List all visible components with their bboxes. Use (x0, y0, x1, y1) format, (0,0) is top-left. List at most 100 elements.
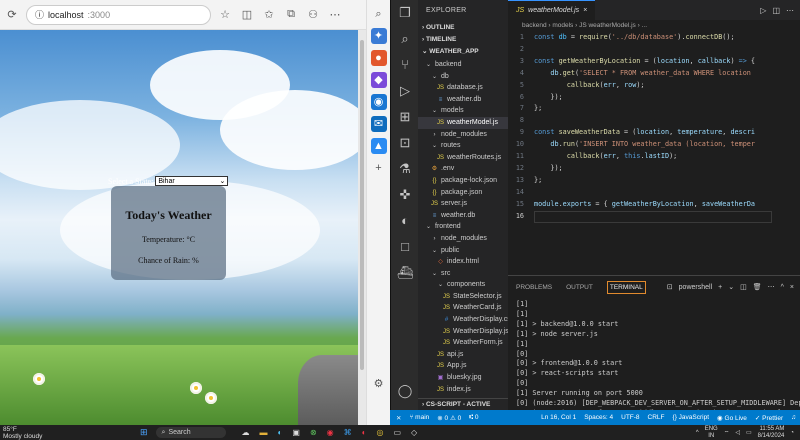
tree-item[interactable]: ⌄ routes (418, 140, 508, 152)
extensions-icon[interactable]: ⚇ (305, 7, 321, 23)
code-line[interactable]: 10 db.run('INSERT INTO weather_data (loc… (508, 139, 800, 151)
vscode-icon[interactable]: ⌘ (344, 428, 352, 437)
tree-item[interactable]: JS server.js (418, 198, 508, 210)
tree-item[interactable]: › node_modules (418, 129, 508, 141)
tree-item[interactable]: ≡ weather.db (418, 94, 508, 106)
tree-item[interactable]: JS WeatherForm.js (418, 337, 508, 349)
code-line[interactable]: 4 db.get('SELECT * FROM weather_data WHE… (508, 68, 800, 80)
split-screen-icon[interactable]: ◫ (239, 7, 255, 23)
refresh-icon[interactable]: ⟳ (4, 7, 20, 23)
remote-indicator[interactable]: ⨯ (396, 414, 401, 422)
cursor-position[interactable]: Ln 16, Col 1 (541, 414, 576, 422)
bell-icon[interactable]: ♫ (791, 414, 796, 422)
timeline-section[interactable]: › TIMELINE (418, 34, 508, 46)
prettier-indicator[interactable]: ✓ Prettier (755, 414, 783, 422)
tree-item[interactable]: ⌄ components (418, 279, 508, 291)
source-control-icon[interactable]: ⑂ (391, 52, 419, 78)
tree-item[interactable]: ⌄ db (418, 71, 508, 83)
code-line[interactable]: 16 (508, 210, 800, 223)
tree-item[interactable]: ⌄ src (418, 268, 508, 280)
weather-widget[interactable]: 85°F Mostly cloudy (0, 426, 60, 440)
add-icon[interactable]: + (371, 160, 387, 176)
go-live-button[interactable]: ◉ Go Live (717, 414, 747, 422)
split-terminal-icon[interactable]: ◫ (740, 283, 747, 291)
tree-item[interactable]: JS App.js (418, 360, 508, 372)
chevron-down-icon[interactable]: ⌄ (728, 283, 734, 291)
tree-item[interactable]: JS StateSelector.js (418, 291, 508, 303)
remote-icon[interactable]: ⊡ (391, 130, 419, 156)
python-icon[interactable]: ✜ (391, 182, 419, 208)
volume-icon[interactable]: ◁ (735, 429, 740, 436)
tree-item[interactable]: {} package.json (418, 187, 508, 199)
tree-item[interactable]: ▣ bluesky.jpg (418, 372, 508, 384)
info-icon[interactable]: ⓘ (35, 8, 44, 21)
problems-indicator[interactable]: ⊗ 0 ⚠ 0 (437, 414, 461, 422)
code-area[interactable]: 1 const db = require('../db/database').co… (508, 32, 800, 223)
code-line[interactable]: 8 (508, 115, 800, 127)
outlook-icon[interactable]: ✉ (370, 116, 387, 132)
favorites-icon[interactable]: ✩ (261, 7, 277, 23)
encoding[interactable]: UTF-8 (621, 414, 639, 422)
tree-item[interactable]: ⌄ backend (418, 59, 508, 71)
tree-item[interactable]: JS api.js (418, 349, 508, 361)
close-icon[interactable]: × (790, 284, 794, 291)
language-indicator[interactable]: ENG IN (705, 426, 718, 439)
code-line[interactable]: 3 const getWeatherByLocation = (location,… (508, 56, 800, 68)
more-icon[interactable]: ⋯ (786, 6, 794, 15)
page-scrollbar[interactable] (358, 30, 366, 425)
xbox-icon[interactable]: ⊗ (310, 428, 317, 437)
project-section[interactable]: ⌄ WEATHER_APP (418, 46, 508, 58)
tree-item[interactable]: › node_modules (418, 233, 508, 245)
app-icon[interactable]: ◐ (362, 428, 367, 437)
terminal-output[interactable]: [1] [1] [1] > backend@1.0.0 start [1] > nod… (508, 298, 800, 421)
trash-icon[interactable]: 🗑 (753, 283, 762, 291)
code-line[interactable]: 2 (508, 44, 800, 56)
code-line[interactable]: 13}; (508, 175, 800, 187)
chevron-up-icon[interactable]: ^ (696, 430, 699, 436)
tree-item[interactable]: ⌄ public (418, 245, 508, 257)
code-line[interactable]: 6 }); (508, 92, 800, 104)
store-icon[interactable]: ▣ (292, 428, 300, 437)
code-line[interactable]: 14 (508, 187, 800, 199)
files-icon[interactable]: ❐ (391, 0, 419, 26)
tree-item[interactable]: ◇ index.html (418, 256, 508, 268)
tree-item[interactable]: JS WeatherCard.js (418, 302, 508, 314)
tree-item[interactable]: # WeatherDisplay.css (418, 314, 508, 326)
docker-icon[interactable]: ⛴ (391, 260, 419, 286)
tab-problems[interactable]: PROBLEMS (516, 284, 552, 291)
tree-item[interactable]: ⌄ models (418, 105, 508, 117)
app-icon[interactable]: ◉ (327, 428, 334, 437)
battery-icon[interactable]: ▭ (746, 429, 752, 436)
wifi-icon[interactable]: ⌔ (724, 429, 730, 437)
code-line[interactable]: 1 const db = require('../db/database').co… (508, 32, 800, 44)
code-line[interactable]: 5 callback(err, row); (508, 80, 800, 92)
shell-name[interactable]: powershell (679, 284, 712, 291)
indentation[interactable]: Spaces: 4 (584, 414, 613, 422)
clock[interactable]: 11:55 AM 8/14/2024 (758, 426, 785, 439)
extensions-icon[interactable]: ⊞ (391, 104, 419, 130)
scrollbar-thumb[interactable] (360, 40, 364, 370)
cs-script-section[interactable]: › CS-SCRIPT - ACTIVE (418, 398, 508, 410)
search-icon[interactable]: ⌕ (391, 26, 419, 52)
tree-item[interactable]: ⌄ frontend (418, 221, 508, 233)
run-debug-icon[interactable]: ▷ (391, 78, 419, 104)
run-icon[interactable]: ▷ (760, 6, 766, 15)
shopping-icon[interactable]: ● (370, 50, 387, 66)
eol[interactable]: CRLF (648, 414, 665, 422)
star-icon[interactable]: ☆ (217, 7, 233, 23)
more-icon[interactable]: ⋯ (768, 283, 775, 291)
outline-section[interactable]: › OUTLINE (418, 22, 508, 34)
account-icon[interactable]: ◯ (391, 378, 419, 404)
close-icon[interactable]: × (583, 7, 587, 14)
tree-item[interactable]: JS WeatherDisplay.js (418, 326, 508, 338)
app-icon[interactable]: ◇ (411, 428, 417, 437)
games-icon[interactable]: ◆ (370, 72, 387, 88)
address-bar[interactable]: ⓘ localhost:3000 (26, 4, 211, 25)
tab-output[interactable]: OUTPUT (566, 284, 593, 291)
tab-terminal[interactable]: TERMINAL (606, 280, 646, 294)
tab-weathermodel[interactable]: JS weatherModel.js × (508, 0, 596, 20)
widgets-icon[interactable]: ☁ (242, 428, 250, 437)
office-icon[interactable]: ◉ (370, 94, 387, 110)
edge-icon[interactable]: ◐ (278, 428, 283, 437)
settings-icon[interactable]: ⚙ (371, 376, 387, 392)
